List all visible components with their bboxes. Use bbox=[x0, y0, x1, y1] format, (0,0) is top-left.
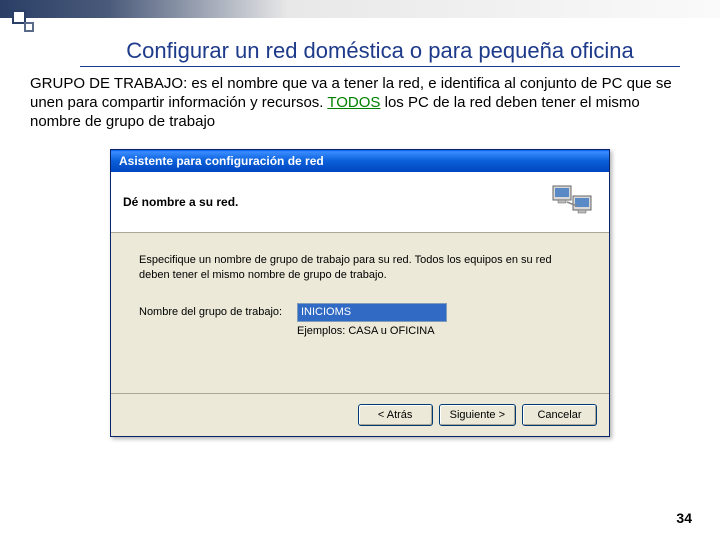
dialog-content: Especifique un nombre de grupo de trabaj… bbox=[111, 233, 609, 393]
dialog-button-row: < Atrás Siguiente > Cancelar bbox=[111, 393, 609, 436]
dialog-instruction: Especifique un nombre de grupo de trabaj… bbox=[139, 253, 581, 283]
workgroup-row: Nombre del grupo de trabajo: bbox=[139, 303, 581, 322]
workgroup-label: Nombre del grupo de trabajo: bbox=[139, 306, 289, 318]
dialog-header: Dé nombre a su red. bbox=[111, 172, 609, 233]
dialog-header-text: Dé nombre a su red. bbox=[123, 195, 238, 209]
next-button[interactable]: Siguiente > bbox=[439, 404, 516, 426]
workgroup-input[interactable] bbox=[297, 303, 447, 322]
back-button[interactable]: < Atrás bbox=[358, 404, 433, 426]
dialog-titlebar: Asistente para configuración de red bbox=[111, 150, 609, 172]
dialog-title: Asistente para configuración de red bbox=[119, 154, 324, 168]
body-todos: TODOS bbox=[327, 94, 380, 111]
cancel-button[interactable]: Cancelar bbox=[522, 404, 597, 426]
slide-body: GRUPO DE TRABAJO: es el nombre que va a … bbox=[30, 75, 690, 131]
page-number: 34 bbox=[676, 510, 692, 526]
network-icon bbox=[551, 182, 597, 222]
deco-square-2 bbox=[24, 22, 34, 32]
workgroup-examples: Ejemplos: CASA u OFICINA bbox=[297, 325, 581, 337]
network-wizard-dialog: Asistente para configuración de red Dé n… bbox=[110, 149, 610, 437]
slide-title: Configurar un red doméstica o para peque… bbox=[80, 38, 680, 67]
